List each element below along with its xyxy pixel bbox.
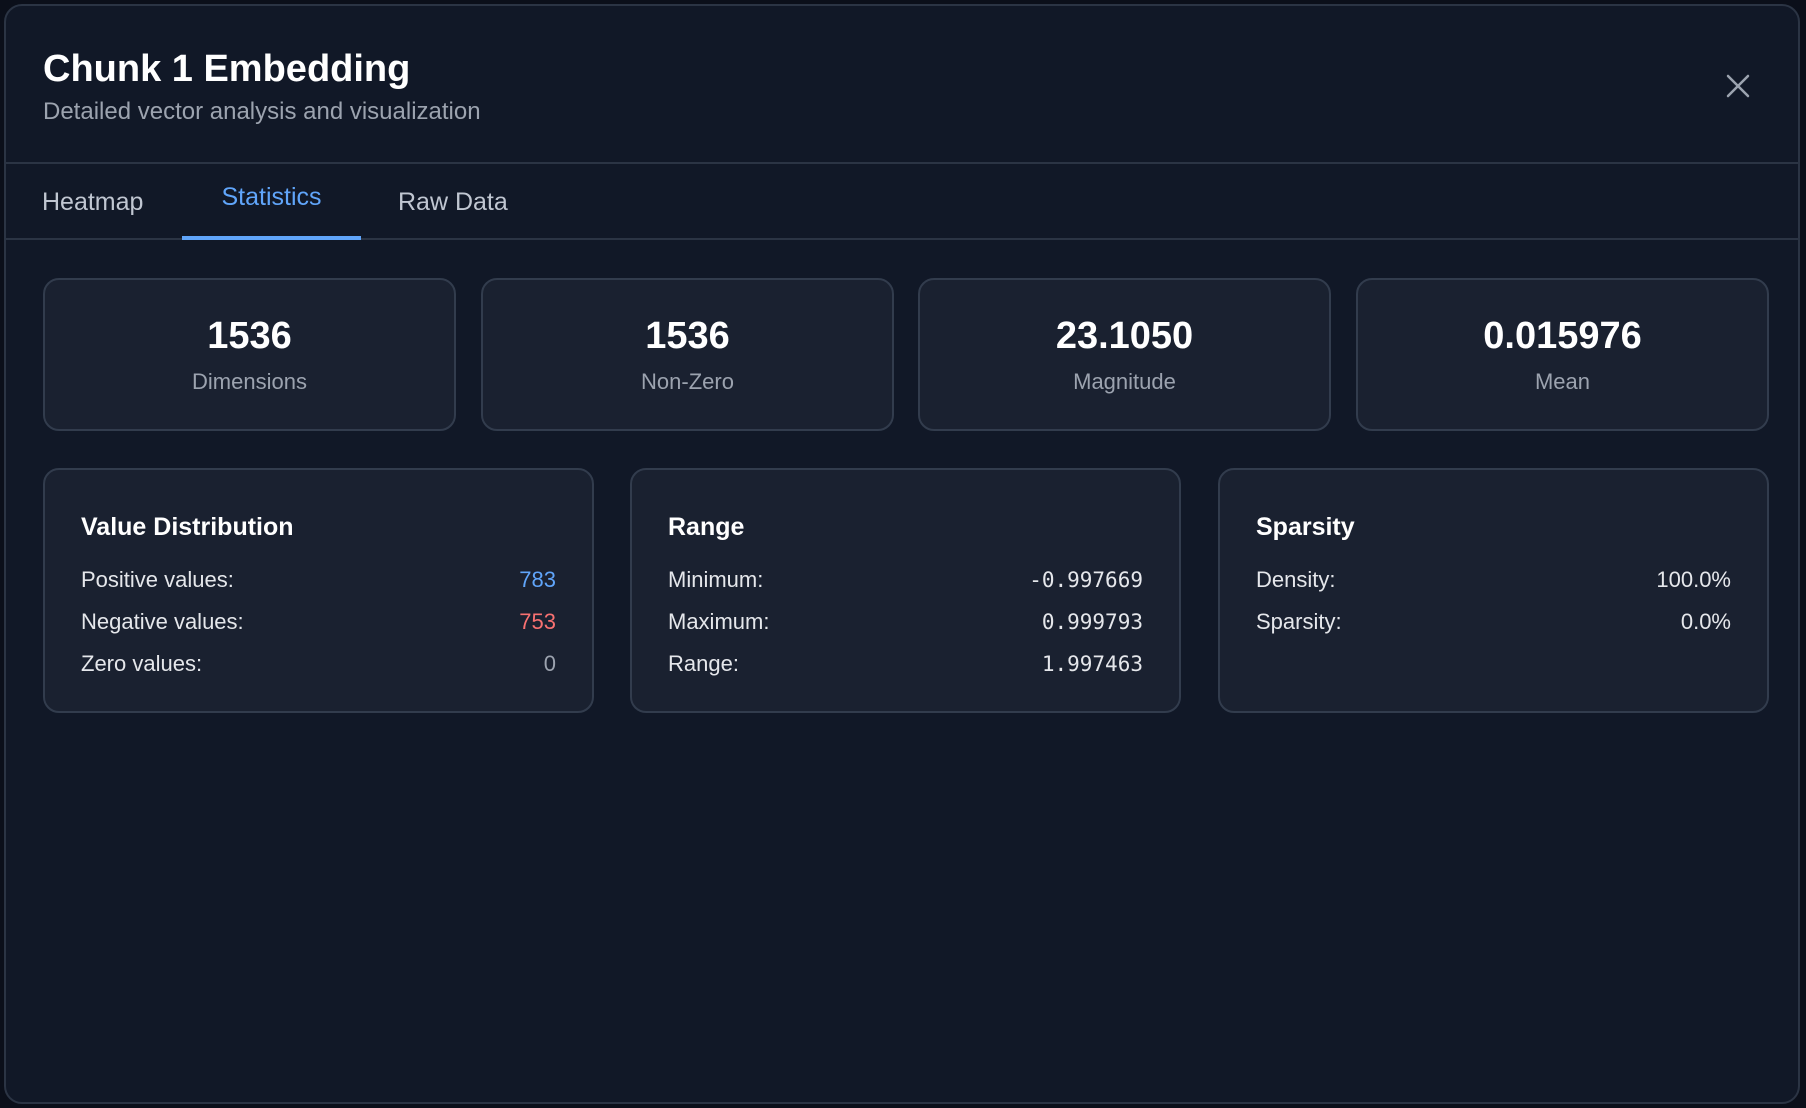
stat-card-non-zero: 1536 Non-Zero: [481, 278, 894, 431]
tab-raw-data[interactable]: Raw Data: [362, 164, 544, 240]
card-title: Range: [668, 513, 745, 541]
modal-subtitle: Detailed vector analysis and visualizati…: [43, 98, 481, 125]
stat-card-mean: 0.015976 Mean: [1356, 278, 1769, 431]
positive-values-row: Positive values: 783: [81, 565, 556, 595]
tab-heatmap[interactable]: Heatmap: [6, 164, 179, 240]
negative-values-count: 753: [519, 609, 556, 634]
stat-value: 23.1050: [1055, 315, 1194, 357]
maximum-value: 0.999793: [1041, 610, 1143, 634]
range-card: Range Minimum: -0.997669 Maximum: 0.9997…: [630, 468, 1181, 713]
row-label: Sparsity:: [1256, 609, 1342, 634]
zero-values-row: Zero values: 0: [81, 649, 556, 679]
stat-label: Mean: [1534, 369, 1591, 394]
stat-value: 1536: [207, 315, 292, 357]
zero-values-count: 0: [543, 651, 556, 676]
stat-card-magnitude: 23.1050 Magnitude: [918, 278, 1331, 431]
stat-label: Dimensions: [192, 369, 307, 394]
tab-statistics[interactable]: Statistics: [182, 164, 361, 240]
negative-values-row: Negative values: 753: [81, 607, 556, 637]
sparsity-card: Sparsity Density: 100.0% Sparsity: 0.0%: [1218, 468, 1769, 713]
tab-bar: Heatmap Statistics Raw Data: [6, 164, 1798, 240]
stat-value: 1536: [645, 315, 730, 357]
range-row: Range: 1.997463: [668, 649, 1143, 679]
positive-values-count: 783: [519, 567, 556, 592]
row-label: Range:: [668, 651, 739, 676]
modal-title: Chunk 1 Embedding: [43, 48, 411, 90]
stat-label: Magnitude: [1073, 369, 1176, 394]
sparsity-value: 0.0%: [1680, 609, 1731, 634]
row-label: Negative values:: [81, 609, 244, 634]
row-label: Zero values:: [81, 651, 203, 676]
stat-card-dimensions: 1536 Dimensions: [43, 278, 456, 431]
modal-header: Chunk 1 Embedding Detailed vector analys…: [6, 6, 1798, 164]
maximum-row: Maximum: 0.999793: [668, 607, 1143, 637]
embedding-modal: Chunk 1 Embedding Detailed vector analys…: [4, 4, 1800, 1104]
density-value: 100.0%: [1656, 567, 1731, 592]
minimum-row: Minimum: -0.997669: [668, 565, 1143, 595]
card-title: Value Distribution: [81, 513, 294, 541]
row-label: Minimum:: [668, 567, 764, 592]
range-value: 1.997463: [1041, 652, 1143, 676]
sparsity-row: Sparsity: 0.0%: [1256, 607, 1731, 637]
minimum-value: -0.997669: [1029, 568, 1143, 592]
row-label: Maximum:: [668, 609, 770, 634]
density-row: Density: 100.0%: [1256, 565, 1731, 595]
card-title: Sparsity: [1256, 513, 1355, 541]
close-icon: [1726, 74, 1750, 98]
stat-value: 0.015976: [1483, 315, 1642, 357]
value-distribution-card: Value Distribution Positive values: 783 …: [43, 468, 594, 713]
row-label: Density:: [1256, 567, 1336, 592]
row-label: Positive values:: [81, 567, 234, 592]
close-button[interactable]: [1724, 72, 1752, 100]
stat-label: Non-Zero: [641, 369, 734, 394]
